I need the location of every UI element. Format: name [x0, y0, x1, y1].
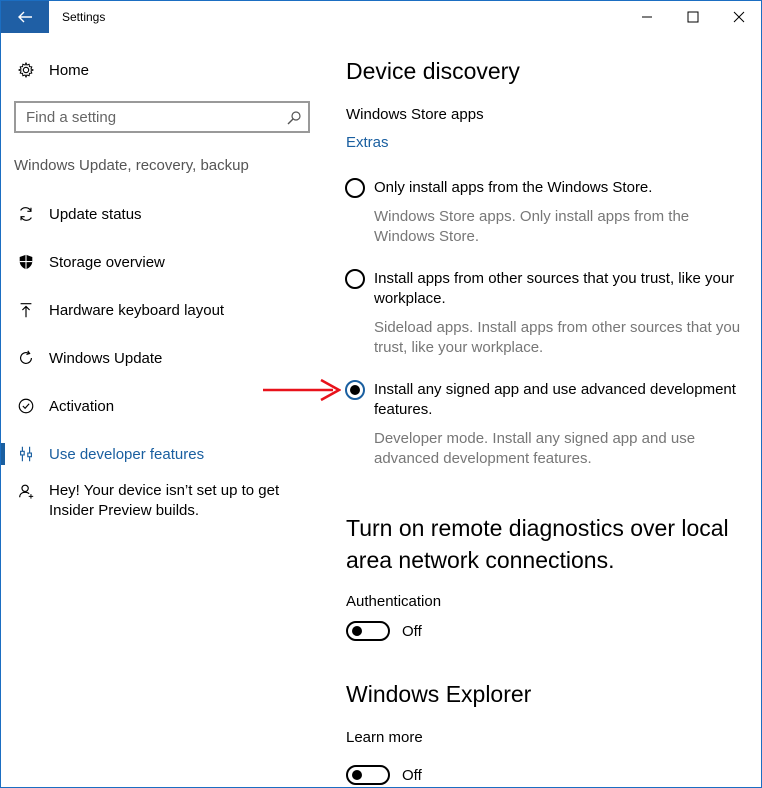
sidebar-item-label: Update status — [49, 205, 142, 223]
sidebar-item-label: Hey! Your device isn’t set up to get Ins… — [49, 482, 280, 519]
home-label: Home — [49, 61, 90, 79]
minimize-button[interactable] — [624, 1, 670, 33]
authentication-toggle-row[interactable]: Off — [346, 621, 422, 641]
learn-more-label: Learn more — [346, 729, 423, 746]
sidebar-item-insider-preview[interactable]: Hey! Your device isn’t set up to get Ins… — [15, 481, 309, 521]
sidebar-item-storage-overview[interactable]: Storage overview — [15, 251, 165, 273]
sidebar-item-label: Windows Update — [49, 349, 163, 367]
red-arrow-annotation — [263, 378, 341, 402]
extras-link[interactable]: Extras — [346, 134, 389, 151]
sidebar-item-hardware-keyboard-layout[interactable]: Hardware keyboard layout — [15, 299, 224, 321]
close-button[interactable] — [716, 1, 762, 33]
sidebar-item-label: Activation — [49, 397, 115, 415]
shield-icon — [15, 251, 37, 273]
remote-diagnostics-title: Turn on remote diagnostics over local ar… — [346, 515, 729, 573]
toggle-state-label: Off — [402, 622, 422, 640]
window-title: Settings — [62, 10, 106, 24]
active-indicator — [1, 443, 5, 465]
title-bar: Settings — [1, 1, 761, 33]
maximize-button[interactable] — [670, 1, 716, 33]
sidebar-item-label: Hardware keyboard layout — [49, 301, 225, 319]
radio-label: Only install apps from the Windows Store… — [374, 179, 653, 196]
radio-description: Sideload apps. Install apps from other s… — [374, 319, 741, 356]
sidebar-item-use-developer-features[interactable]: Use developer features — [15, 443, 204, 465]
radio-option-sideload[interactable]: Install apps from other sources that you… — [345, 269, 744, 309]
upload-arrow-icon — [15, 299, 37, 321]
sync-icon — [15, 347, 37, 369]
radio-label: Install any signed app and use advanced … — [374, 381, 736, 418]
radio-option-developer-mode[interactable]: Install any signed app and use advanced … — [345, 380, 744, 420]
authentication-toggle[interactable] — [346, 621, 390, 641]
radio-button-selected[interactable] — [345, 380, 365, 400]
back-arrow-icon — [18, 11, 32, 23]
device-discovery-title: Device discovery — [346, 58, 520, 84]
radio-option-windows-store[interactable]: Only install apps from the Windows Store… — [345, 178, 744, 198]
windows-store-apps-label: Windows Store apps — [346, 106, 484, 123]
sidebar-home[interactable]: Home — [15, 59, 89, 81]
settings-window: Settings Home Windows Update, recovery, … — [0, 0, 762, 788]
radio-description: Windows Store apps. Only install apps fr… — [374, 208, 690, 245]
sidebar-item-activation[interactable]: Activation — [15, 395, 114, 417]
sidebar-section-label: Windows Update, recovery, backup — [14, 157, 249, 174]
close-icon — [733, 11, 745, 23]
check-circle-icon — [15, 395, 37, 417]
refresh-icon — [15, 203, 37, 225]
maximize-icon — [687, 11, 699, 23]
radio-button[interactable] — [345, 178, 365, 198]
sidebar-item-label: Use developer features — [49, 445, 205, 463]
search-box[interactable] — [14, 101, 310, 133]
radio-description: Developer mode. Install any signed app a… — [374, 430, 696, 467]
windows-explorer-toggle[interactable] — [346, 765, 390, 785]
windows-explorer-title: Windows Explorer — [346, 681, 532, 707]
back-button[interactable] — [1, 1, 49, 33]
radio-button[interactable] — [345, 269, 365, 289]
person-icon — [15, 480, 37, 502]
toggle-state-label: Off — [402, 766, 422, 784]
developer-tools-icon — [15, 443, 37, 465]
search-input[interactable] — [26, 109, 276, 126]
gear-icon — [15, 59, 37, 81]
sidebar-item-windows-update[interactable]: Windows Update — [15, 347, 162, 369]
search-icon[interactable] — [286, 110, 302, 126]
radio-label: Install apps from other sources that you… — [374, 270, 735, 307]
sidebar-item-update-status[interactable]: Update status — [15, 203, 142, 225]
windows-explorer-toggle-row[interactable]: Off — [346, 765, 422, 785]
authentication-label: Authentication — [346, 593, 442, 610]
sidebar-item-label: Storage overview — [49, 253, 165, 271]
minimize-icon — [642, 16, 652, 18]
